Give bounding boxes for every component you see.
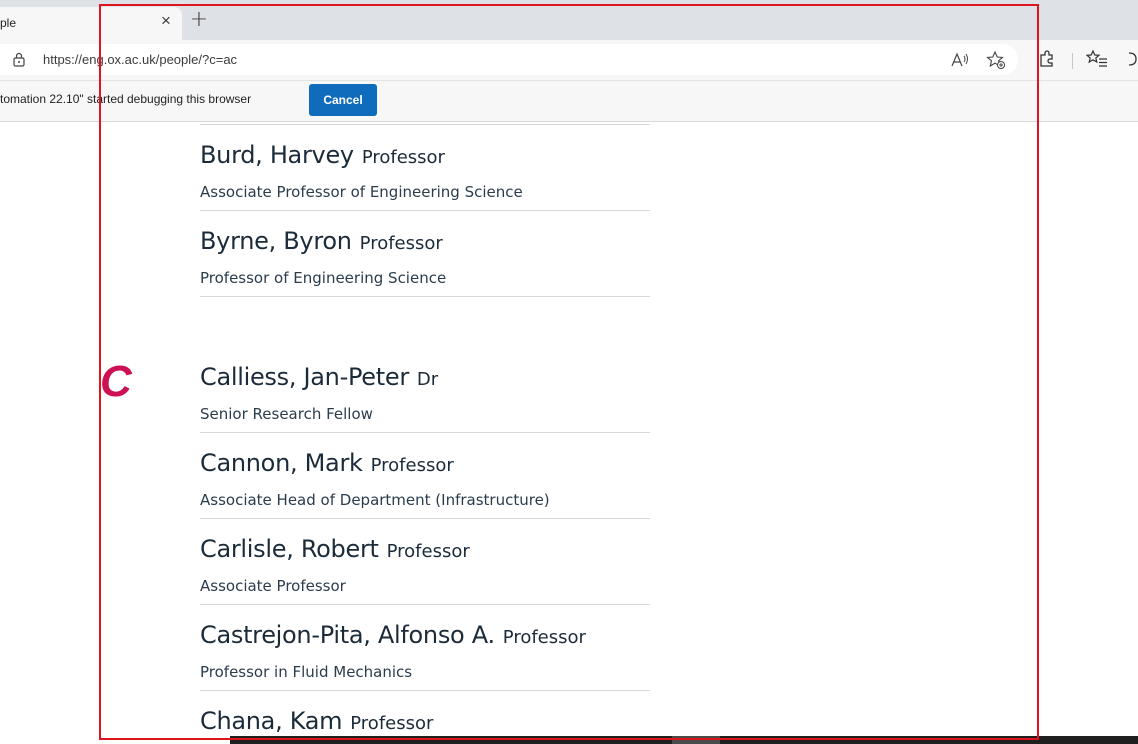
person-name-line: Carlisle, Robert Professor bbox=[200, 535, 470, 563]
person-name-line: Cannon, Mark Professor bbox=[200, 449, 454, 477]
browser-toolbar: https://eng.ox.ac.uk/people/?c=ac bbox=[0, 40, 1138, 80]
person-title: Professor bbox=[361, 147, 445, 168]
person-title: Professor bbox=[370, 455, 454, 476]
person-role: Associate Head of Department (Infrastruc… bbox=[200, 491, 550, 509]
person-name[interactable]: Calliess, Jan-Peter bbox=[200, 363, 409, 391]
person-entry[interactable]: Cannon, Mark Professor Associate Head of … bbox=[200, 433, 650, 519]
person-name[interactable]: Cannon, Mark bbox=[200, 449, 363, 477]
person-role: Professor in Fluid Mechanics bbox=[200, 663, 413, 681]
person-role: Associate Professor bbox=[200, 577, 346, 595]
address-bar[interactable]: https://eng.ox.ac.uk/people/?c=ac bbox=[0, 44, 1018, 75]
person-name[interactable]: Chana, Kam bbox=[200, 707, 343, 735]
person-role: Professor of Engineering Science bbox=[200, 269, 447, 287]
person-entry[interactable]: Burd, Harvey Professor Associate Professo… bbox=[200, 125, 650, 211]
url-text[interactable]: https://eng.ox.ac.uk/people/?c=ac bbox=[43, 52, 237, 67]
person-name-line: Calliess, Jan-Peter Dr bbox=[200, 363, 438, 391]
person-name-line: Chana, Kam Professor bbox=[200, 707, 433, 735]
person-entry[interactable]: Carlisle, Robert Professor Associate Prof… bbox=[200, 519, 650, 605]
person-name-line: Burd, Harvey Professor bbox=[200, 141, 445, 169]
person-role: Associate Professor of Engineering Scien… bbox=[200, 183, 523, 201]
person-role: Senior Research Fellow bbox=[200, 405, 373, 423]
toolbar-separator bbox=[1072, 53, 1073, 69]
person-title: Professor bbox=[386, 541, 470, 562]
person-title: Professor bbox=[502, 627, 586, 648]
close-tab-icon[interactable]: × bbox=[156, 11, 176, 31]
person-title: Dr bbox=[416, 369, 439, 390]
person-name[interactable]: Burd, Harvey bbox=[200, 141, 354, 169]
cancel-button[interactable]: Cancel bbox=[309, 84, 377, 116]
person-entry[interactable]: Byrne, Byron Professor Professor of Engin… bbox=[200, 211, 650, 297]
page-content: Burd, Harvey Professor Associate Professo… bbox=[0, 122, 1138, 744]
favorites-icon[interactable] bbox=[1086, 49, 1108, 69]
browser-tab[interactable]: ple × bbox=[0, 7, 182, 40]
person-entry[interactable]: Calliess, Jan-Peter Dr Senior Research Fe… bbox=[200, 347, 650, 433]
add-favorite-icon[interactable] bbox=[986, 50, 1006, 70]
person-name-line: Byrne, Byron Professor bbox=[200, 227, 443, 255]
person-name[interactable]: Byrne, Byron bbox=[200, 227, 352, 255]
person-name[interactable]: Castrejon-Pita, Alfonso A. bbox=[200, 621, 495, 649]
infobar-message: tomation 22.10" started debugging this b… bbox=[0, 92, 252, 106]
person-entry[interactable]: Castrejon-Pita, Alfonso A. Professor Prof… bbox=[200, 605, 650, 691]
person-name[interactable]: Carlisle, Robert bbox=[200, 535, 379, 563]
new-tab-icon[interactable]: + bbox=[188, 9, 210, 31]
person-title: Professor bbox=[359, 233, 443, 254]
section-letter: C bbox=[100, 357, 132, 406]
more-icon[interactable] bbox=[1126, 49, 1138, 69]
person-name-line: Castrejon-Pita, Alfonso A. Professor bbox=[200, 621, 586, 649]
lock-icon[interactable] bbox=[13, 52, 25, 67]
read-aloud-icon[interactable] bbox=[950, 51, 970, 69]
tab-strip: ple × + bbox=[0, 0, 1138, 40]
tab-title: ple bbox=[0, 16, 17, 30]
extensions-icon[interactable] bbox=[1037, 49, 1057, 69]
person-title: Professor bbox=[350, 713, 434, 734]
debugging-infobar: tomation 22.10" started debugging this b… bbox=[0, 80, 1138, 122]
bottom-scroll-thumb[interactable] bbox=[672, 736, 720, 744]
